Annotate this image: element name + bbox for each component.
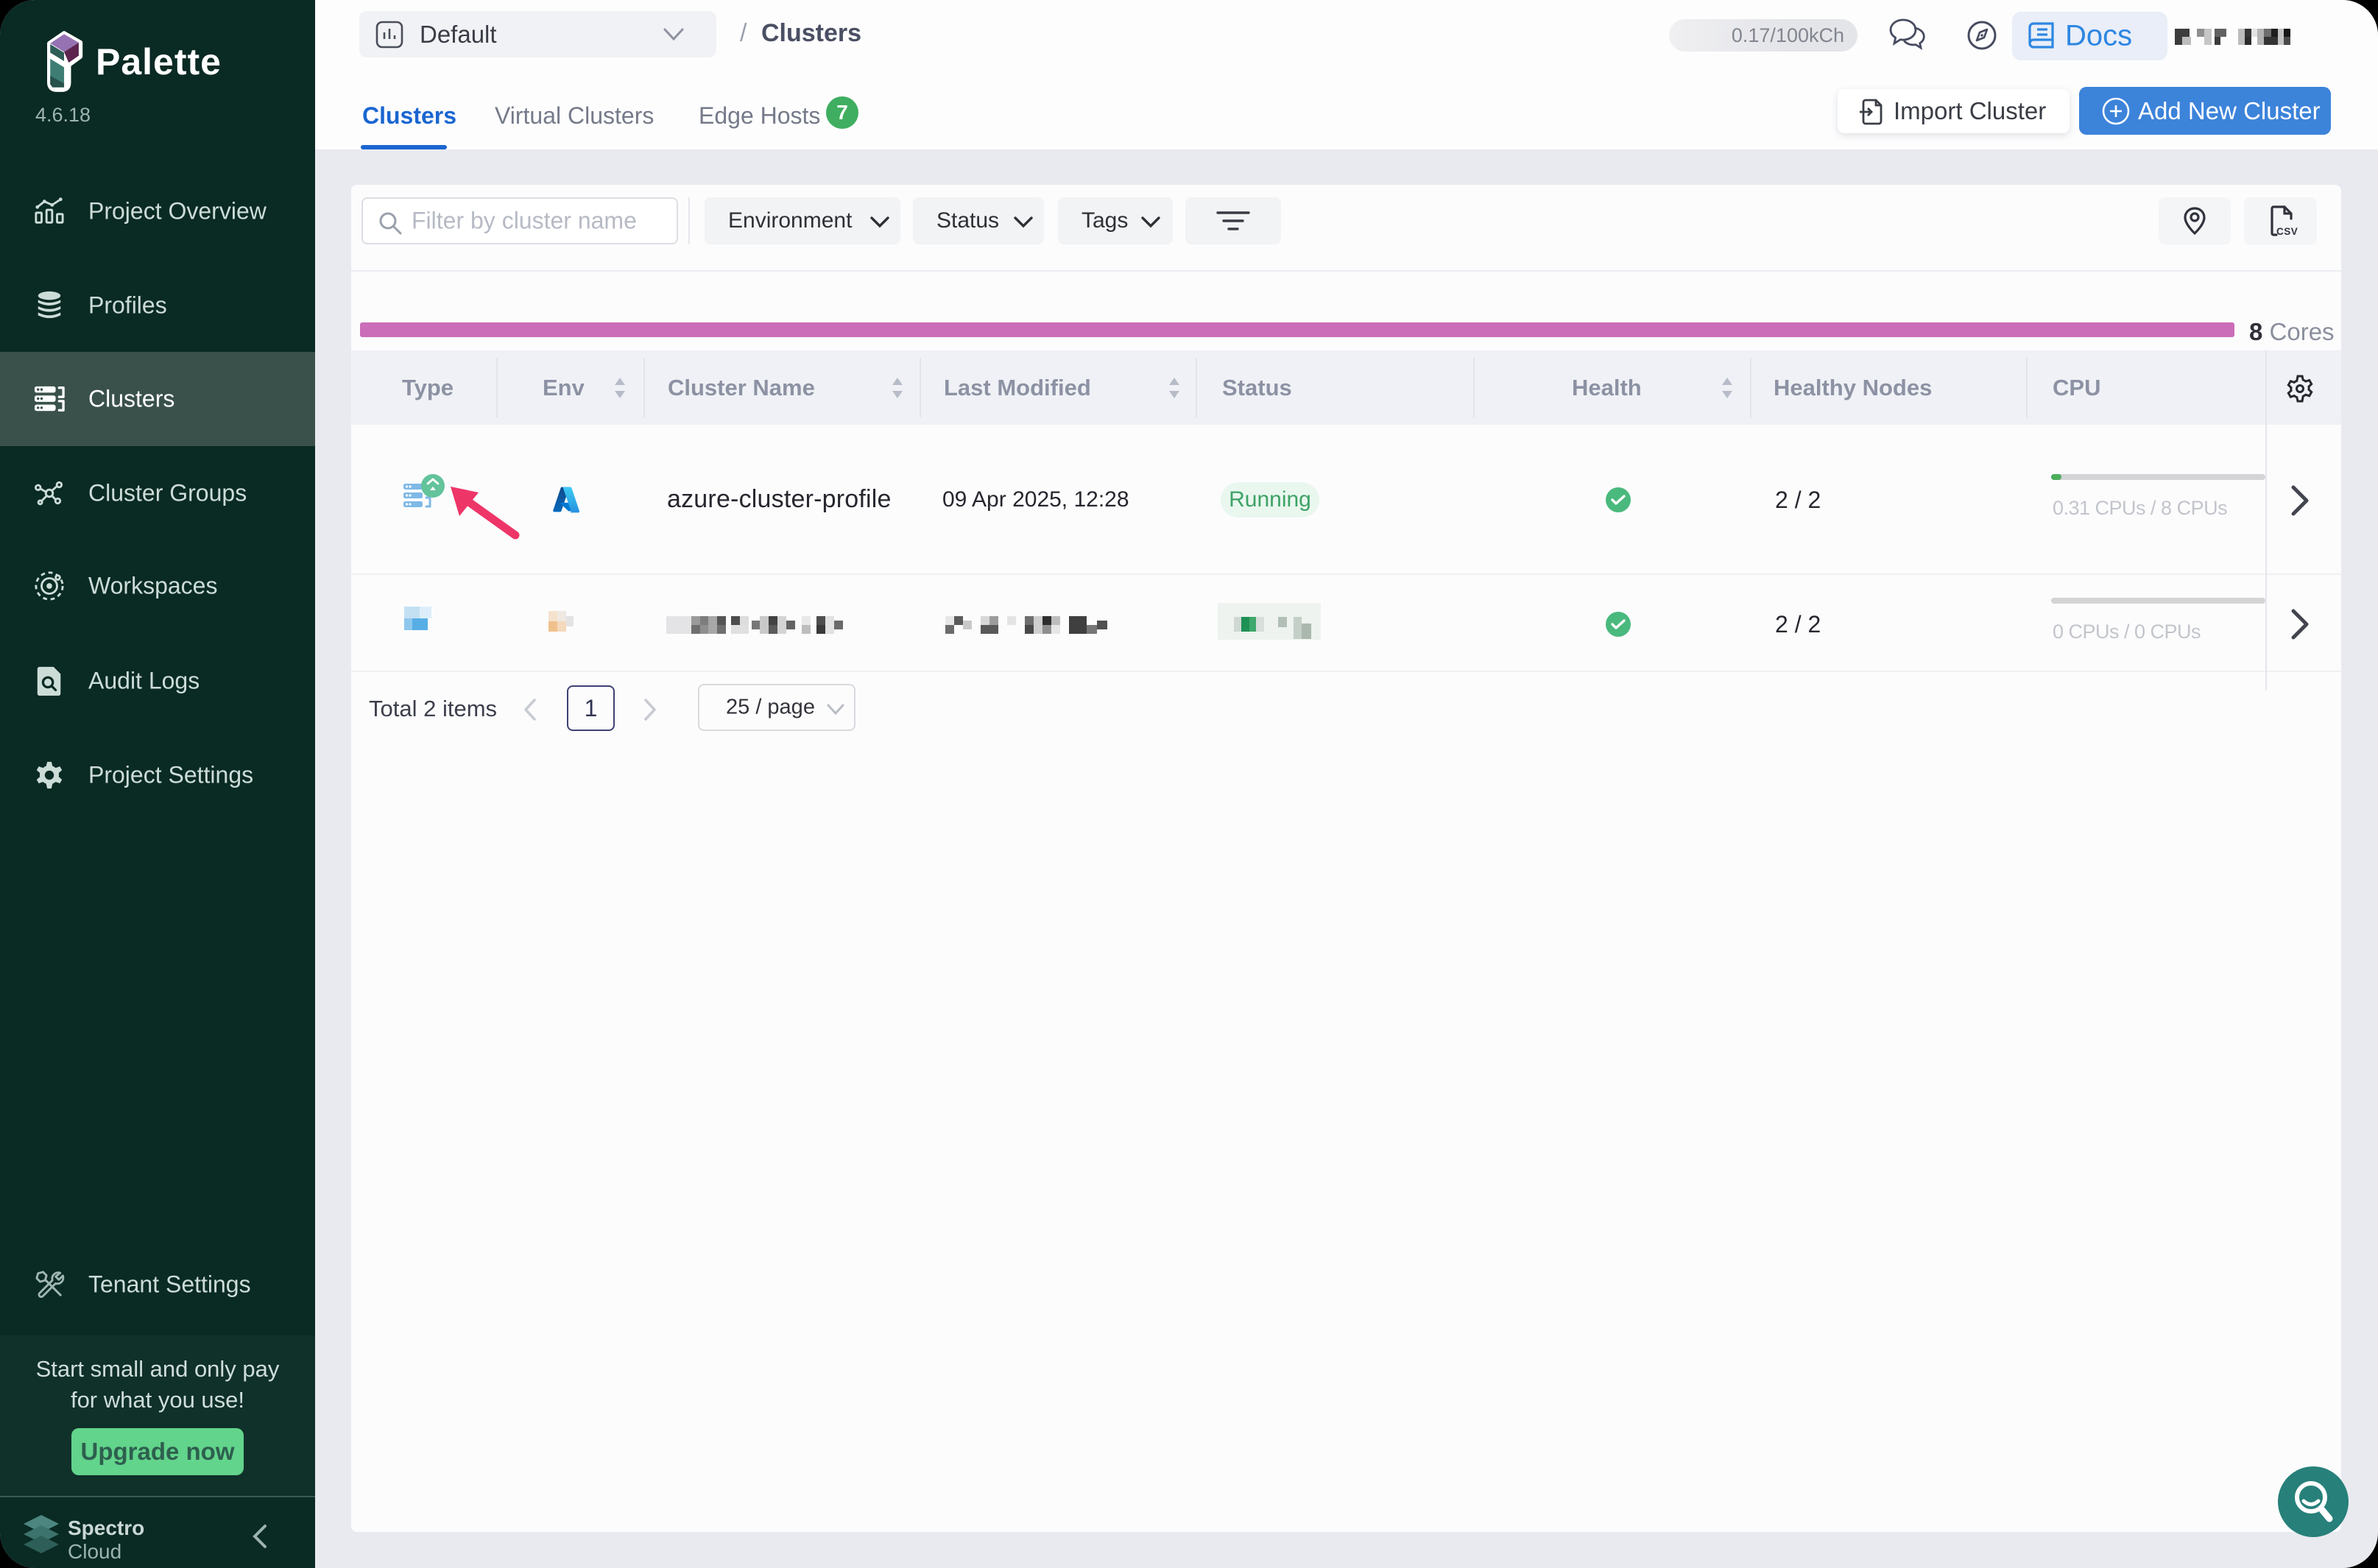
svg-text:CSV: CSV — [2276, 226, 2298, 237]
